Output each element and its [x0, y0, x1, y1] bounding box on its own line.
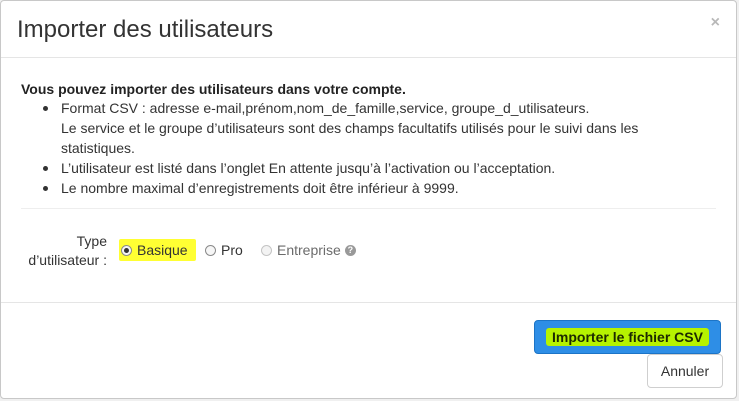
import-csv-button[interactable]: Importer le fichier CSV	[534, 320, 721, 354]
user-type-label-line2: d’utilisateur :	[28, 252, 107, 268]
radio-pro[interactable]: Pro	[205, 239, 243, 261]
rule-item-csv-format: Format CSV : adresse e-mail,prénom,nom_d…	[43, 98, 711, 158]
rule-text: Format CSV : adresse e-mail,prénom,nom_d…	[61, 100, 590, 116]
close-icon[interactable]: ×	[711, 15, 720, 31]
modal-title: Importer des utilisateurs	[17, 16, 274, 43]
import-csv-button-label: Importer le fichier CSV	[546, 328, 709, 346]
radio-entreprise: Entreprise ?	[261, 239, 356, 261]
radio-basique[interactable]: Basique	[119, 239, 196, 261]
radio-label-pro: Pro	[221, 242, 243, 258]
rule-text: Le nombre maximal d’enregistrements doit…	[61, 180, 459, 196]
radio-label-basique: Basique	[137, 242, 188, 258]
radio-button-disabled	[261, 244, 272, 256]
rules-list: Format CSV : adresse e-mail,prénom,nom_d…	[21, 98, 711, 198]
divider	[21, 208, 716, 209]
rule-item-pending: L’utilisateur est listé dans l’onglet En…	[43, 158, 711, 178]
cancel-button[interactable]: Annuler	[647, 354, 723, 388]
modal-header: Importer des utilisateurs ×	[1, 1, 736, 58]
user-type-label: Type d’utilisateur :	[21, 232, 107, 270]
import-users-modal: Importer des utilisateurs × Vous pouvez …	[0, 0, 737, 399]
rule-item-max-records: Le nombre maximal d’enregistrements doit…	[43, 178, 711, 198]
radio-button-checked[interactable]	[121, 244, 132, 256]
radio-label-entreprise: Entreprise	[277, 242, 341, 258]
modal-body: Vous pouvez importer des utilisateurs da…	[1, 58, 736, 303]
intro-text: Vous pouvez importer des utilisateurs da…	[21, 81, 406, 97]
question-circle-icon[interactable]: ?	[344, 244, 356, 256]
user-type-label-line1: Type	[76, 233, 107, 249]
rule-text-secondary: Le service et le groupe d’utilisateurs s…	[61, 120, 639, 156]
radio-button[interactable]	[205, 244, 216, 256]
rule-text: L’utilisateur est listé dans l’onglet En…	[61, 160, 556, 176]
